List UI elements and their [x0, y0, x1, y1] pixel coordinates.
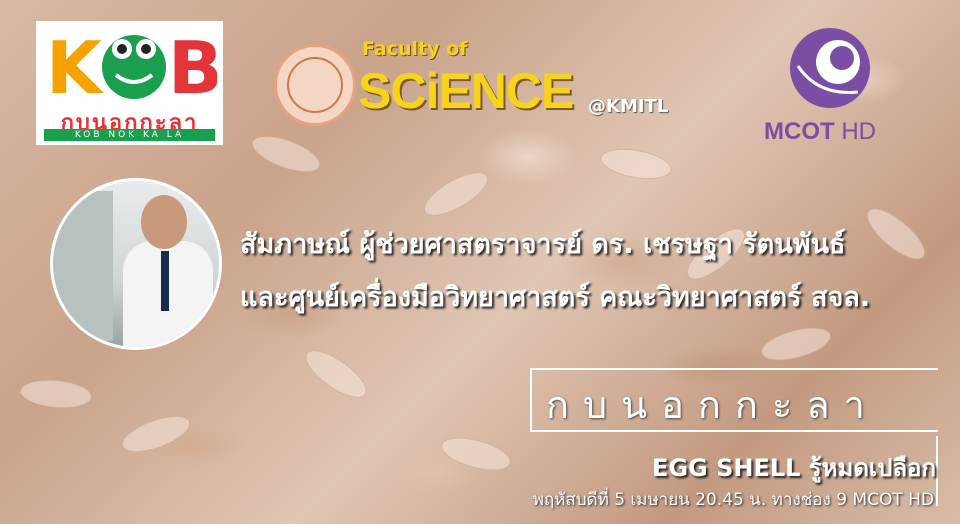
eggshell-fragment [247, 128, 325, 180]
eggshell-fragment [117, 408, 195, 460]
kmitl-seal-icon [274, 44, 356, 126]
eggshell-fragment [598, 143, 674, 185]
frame-divider [936, 436, 938, 506]
kob-letters-graphic: K B [46, 27, 217, 107]
faculty-of-label: Faculty of [362, 38, 468, 60]
mcot-label: MCOT [764, 118, 835, 145]
eggshell-fragment [757, 321, 835, 367]
interview-line-2: และศูนย์เครื่องมือวิทยาศาสตร์ คณะวิทยาศา… [240, 282, 871, 313]
kob-letter-b: B [168, 27, 217, 107]
frog-face-icon [102, 35, 166, 99]
eggshell-fragment [859, 200, 933, 268]
kob-romanized-band: KOB NOK KA LA [44, 129, 215, 141]
kmitl-label: @KMITL [588, 96, 669, 117]
hd-label: HD [841, 118, 876, 145]
kob-letter-k: K [46, 27, 104, 107]
program-title: กบนอกกะลา [546, 383, 879, 427]
kob-nok-ka-la-logo: K B กบนอกกะลา KOB NOK KA LA [36, 21, 223, 145]
eggshell-fragment [437, 431, 515, 477]
mcot-hd-wordmark: MCOT HD [764, 118, 876, 146]
eggshell-fragment [298, 341, 374, 407]
eggshell-fragment [417, 163, 495, 225]
air-time: พฤหัสบดีที่ 5 เมษายน 20.45 น. ทางช่อง 9 … [532, 490, 934, 510]
episode-title: EGG SHELL รู้หมดเปลือก [651, 454, 936, 482]
mcot-logo-icon [790, 28, 870, 108]
interview-line-1: สัมภาษณ์ ผู้ช่วยศาสตราจารย์ ดร. เชรษฐา ร… [240, 229, 846, 260]
science-wordmark: SCiENCE [358, 63, 574, 119]
eggshell-fragment [18, 376, 94, 412]
interviewee-photo [50, 178, 222, 350]
